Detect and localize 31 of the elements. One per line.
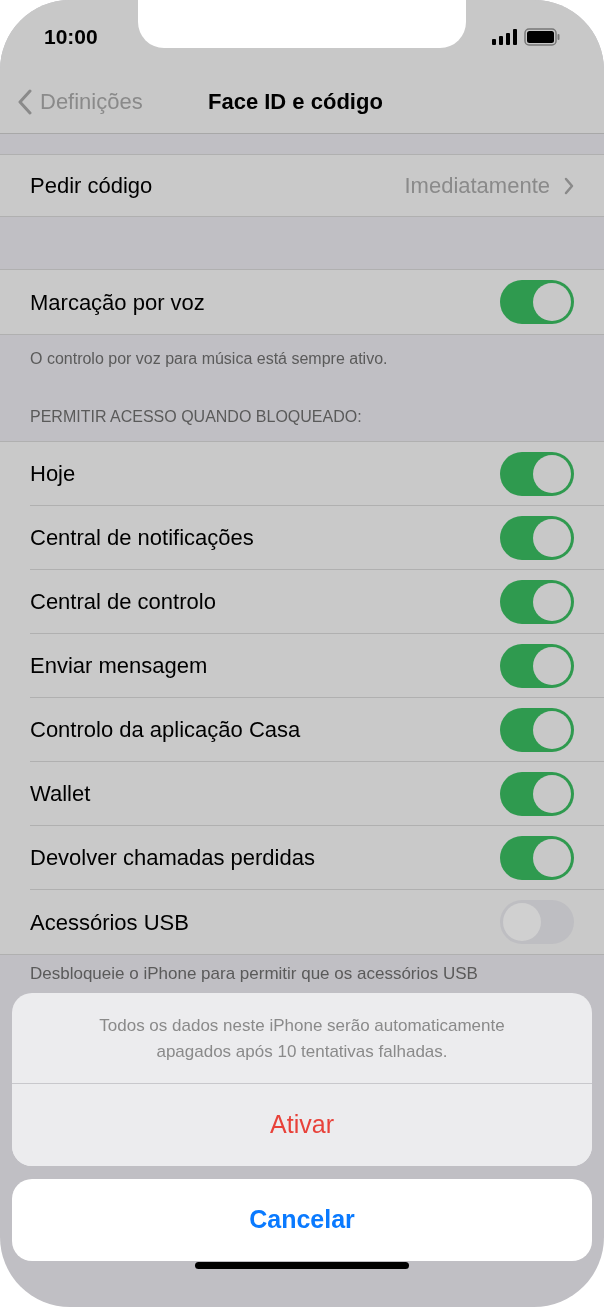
setting-label: Central de notificações (30, 524, 254, 552)
setting-label: Marcação por voz (30, 288, 205, 317)
toggle-switch[interactable] (500, 707, 574, 752)
setting-label: Devolver chamadas perdidas (30, 844, 315, 872)
setting-label: Central de controlo (30, 588, 216, 616)
toggle-switch[interactable] (500, 451, 574, 496)
setting-label: Wallet (30, 780, 91, 808)
passcode-row[interactable]: Pedir código Imediatamente (0, 154, 604, 217)
setting-label: Hoje (30, 460, 76, 488)
toggle-switch[interactable] (500, 579, 574, 624)
toggle-switch[interactable] (500, 835, 574, 880)
setting-label: Pedir código (30, 172, 153, 200)
section-footer: O controlo por voz para música está sempre ativo. (0, 335, 604, 383)
section-header: PERMITIR ACESSO QUANDO BLOQUEADO: (29, 407, 363, 427)
toggle-switch[interactable] (500, 643, 574, 688)
toggle-switch[interactable] (500, 280, 574, 324)
setting-label: Acessórios USB (30, 908, 189, 937)
signal-icon (492, 29, 518, 45)
battery-icon (524, 28, 560, 46)
chevron-left-icon (18, 88, 32, 115)
toggle-switch[interactable] (500, 515, 574, 560)
toggle-switch[interactable] (500, 771, 574, 816)
status-time: 10:00 (44, 24, 98, 51)
setting-label: Controlo da aplicação Casa (30, 716, 301, 744)
cancel-button[interactable]: Cancelar (12, 1179, 592, 1261)
back-button[interactable]: Definições (18, 85, 143, 118)
page-title: Face ID e código (208, 88, 383, 116)
setting-label: Enviar mensagem (30, 652, 208, 680)
section-footer: Desbloqueie o iPhone para permitir que os acessórios USB (0, 955, 604, 987)
setting-value: Imediatamente (404, 172, 550, 200)
chevron-right-icon (564, 176, 574, 195)
